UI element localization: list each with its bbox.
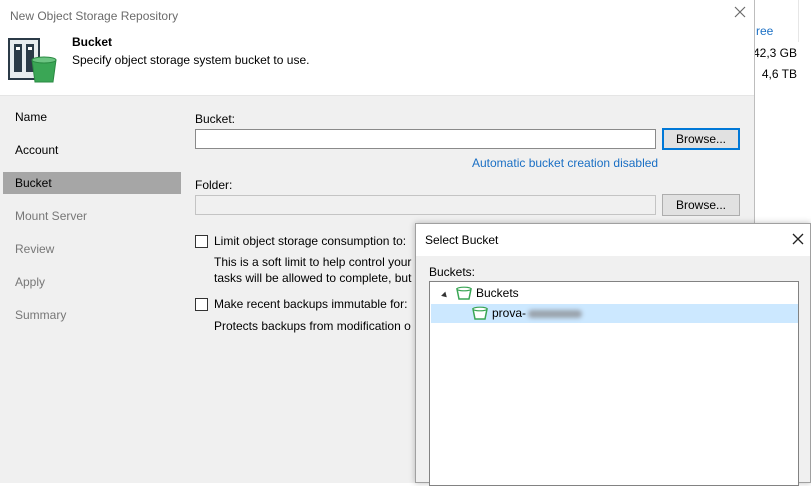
tree-root-node[interactable]: Buckets: [436, 284, 556, 302]
folder-browse-button[interactable]: Browse...: [662, 194, 740, 216]
tree-root-label: Buckets: [476, 286, 519, 300]
limit-description: This is a soft limit to help control you…: [214, 255, 412, 269]
bucket-input[interactable]: [195, 129, 656, 149]
folder-label: Folder:: [195, 178, 233, 192]
limit-consumption-label: Limit object storage consumption to:: [214, 234, 407, 248]
nav-step-name[interactable]: Name: [3, 106, 181, 128]
tree-item-label: prova-: [492, 306, 527, 320]
tree-item[interactable]: prova-: [470, 304, 670, 322]
bucket-label: Bucket:: [195, 112, 236, 126]
dialog-title: Select Bucket: [425, 233, 499, 247]
automatic-bucket-creation-link[interactable]: Automatic bucket creation disabled: [472, 156, 658, 170]
step-subtitle: Specify object storage system bucket to …: [72, 53, 310, 67]
background-divider: [798, 0, 799, 42]
folder-input: [195, 195, 656, 215]
immutable-checkbox[interactable]: [195, 298, 208, 311]
select-bucket-dialog: Select Bucket Buckets: Buckets prova-: [415, 223, 811, 486]
nav-step-apply: Apply: [15, 275, 46, 289]
wizard-steps-nav: Name Account Bucket Mount Server Review …: [0, 96, 181, 483]
dialog-body: Buckets: Buckets prova-: [416, 256, 810, 486]
limit-consumption-checkbox[interactable]: [195, 235, 208, 248]
nav-step-account[interactable]: Account: [3, 139, 181, 161]
step-title: Bucket: [72, 35, 113, 49]
object-storage-icon: [8, 38, 57, 83]
bucket-browse-button[interactable]: Browse...: [662, 128, 740, 150]
nav-step-review: Review: [15, 242, 55, 256]
immutable-label: Make recent backups immutable for:: [214, 297, 408, 311]
nav-step-bucket[interactable]: Bucket: [3, 172, 181, 194]
bucket-icon: [456, 286, 472, 300]
nav-step-mount-server: Mount Server: [15, 209, 88, 223]
expand-arrow-icon[interactable]: [441, 291, 449, 300]
buckets-label: Buckets:: [429, 265, 476, 279]
close-icon[interactable]: [733, 5, 747, 19]
window-title: New Object Storage Repository: [10, 9, 179, 23]
immutable-description: Protects backups from modification o: [214, 319, 411, 333]
close-icon[interactable]: [791, 232, 805, 246]
limit-description: tasks will be allowed to complete, but: [214, 271, 412, 285]
background-size-value: 42,3 GB: [752, 46, 797, 60]
background-link[interactable]: ree: [756, 24, 773, 38]
bucket-icon: [472, 306, 488, 320]
background-size-value: 4,6 TB: [761, 67, 797, 81]
redacted-text: [528, 309, 583, 318]
bucket-tree[interactable]: Buckets prova-: [429, 281, 799, 486]
nav-step-summary: Summary: [15, 308, 67, 322]
